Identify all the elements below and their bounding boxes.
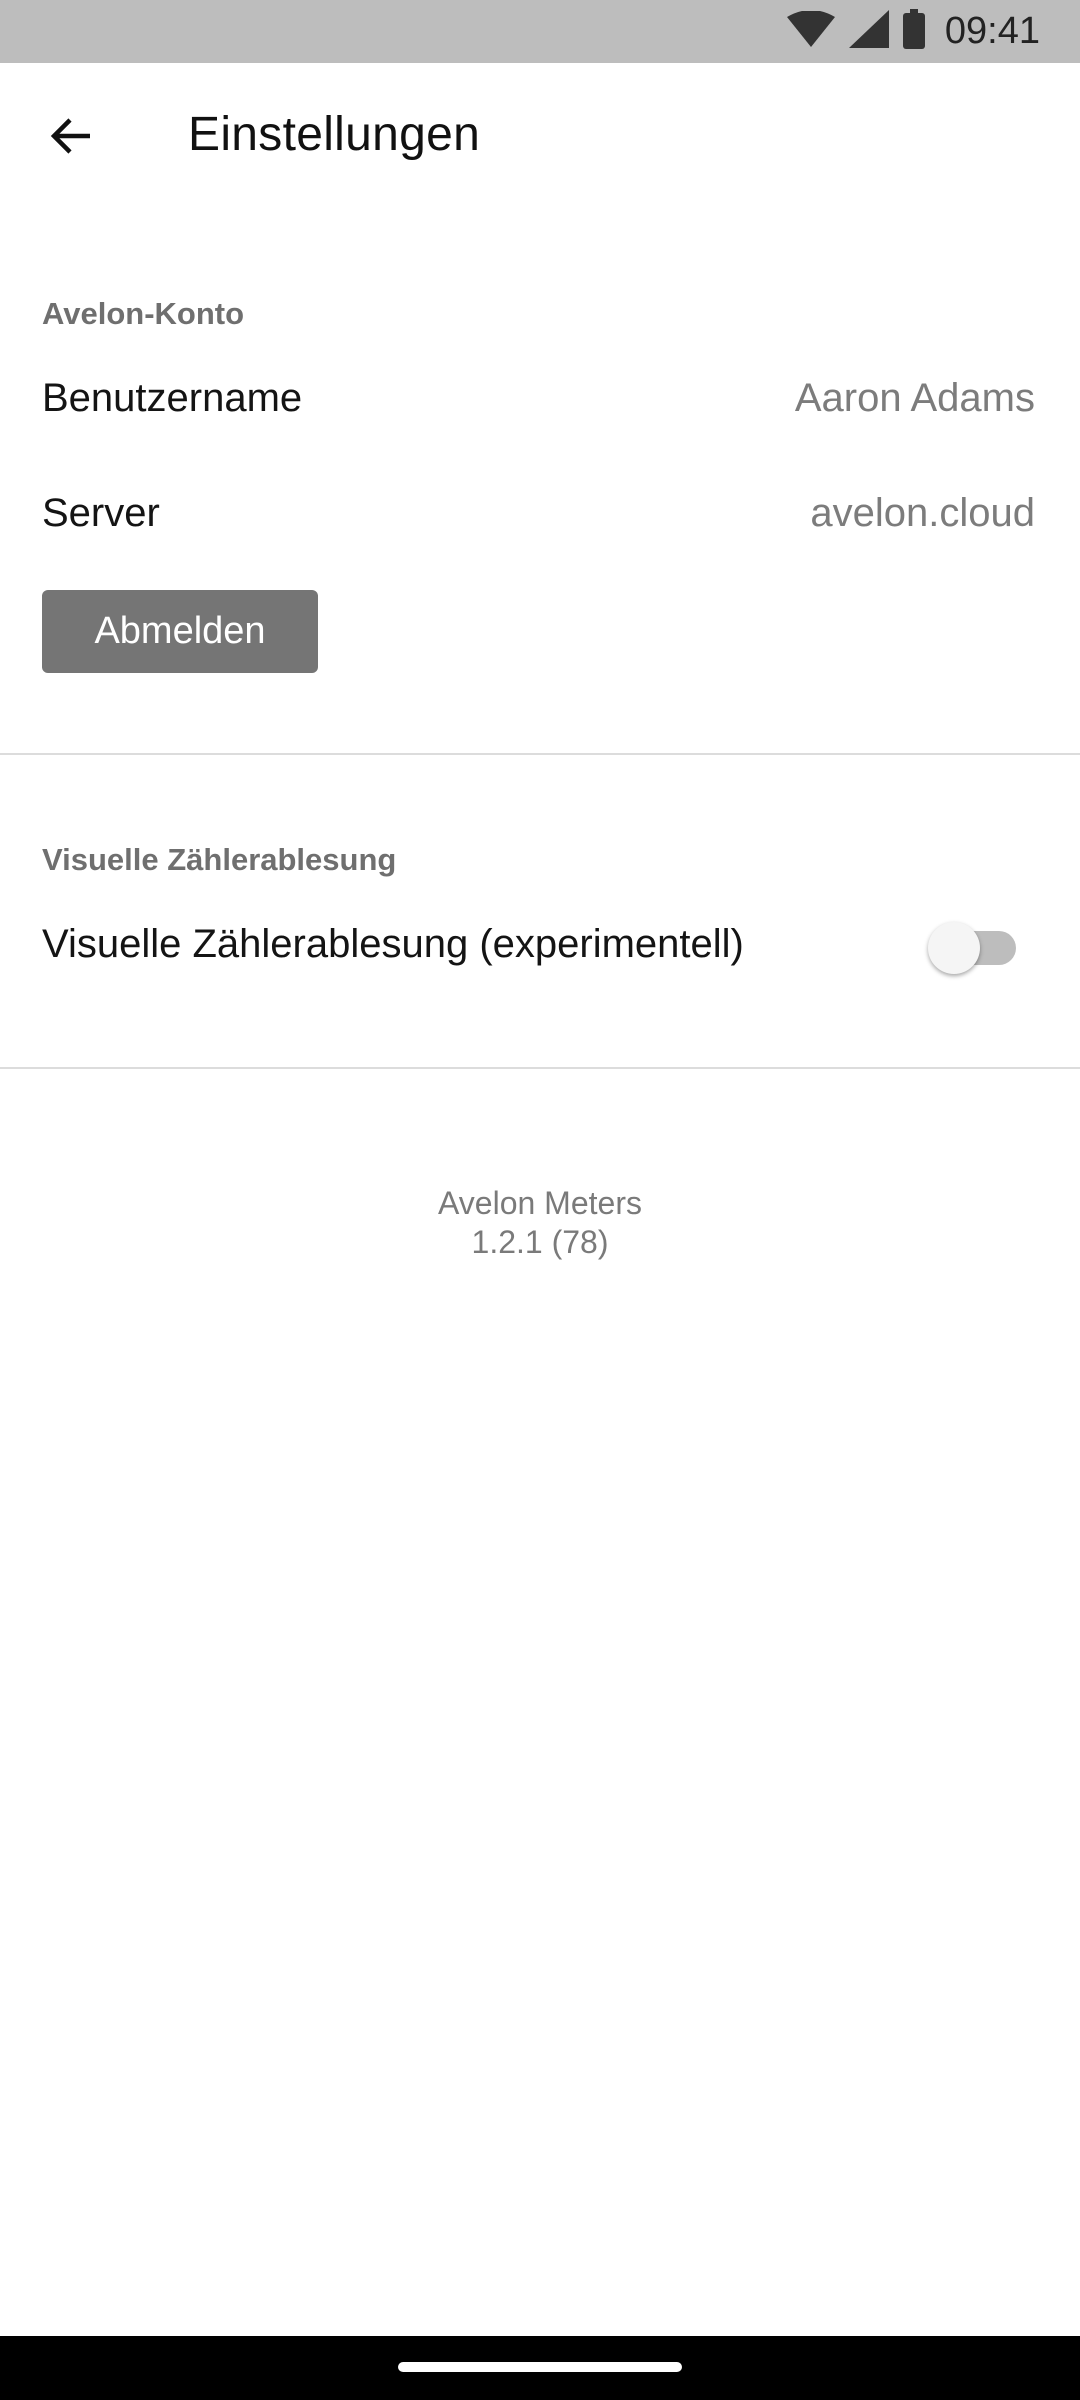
arrow-back-icon [48, 112, 96, 165]
server-value: avelon.cloud [810, 491, 1035, 535]
status-icons: 09:41 [786, 0, 1040, 63]
toggle-thumb [928, 922, 980, 974]
app-bar: Einstellungen [0, 63, 1080, 211]
divider [0, 1067, 1080, 1069]
visual-reading-toggle-label: Visuelle Zählerablesung (experimentell) [42, 922, 744, 966]
logout-button[interactable]: Abmelden [42, 590, 318, 673]
username-value: Aaron Adams [794, 376, 1035, 420]
back-button[interactable] [34, 100, 110, 176]
wifi-icon [786, 10, 835, 52]
app-name: Avelon Meters [438, 1185, 642, 1221]
signal-icon [848, 10, 889, 53]
logout-button-label: Abmelden [94, 610, 266, 652]
battery-icon [902, 9, 925, 54]
system-nav-bar [0, 2336, 1080, 2400]
app-version: 1.2.1 (78) [471, 1224, 609, 1260]
username-label: Benutzername [42, 376, 303, 420]
section-header-visual-reading: Visuelle Zählerablesung [42, 842, 397, 877]
divider [0, 753, 1080, 755]
app-version-info: Avelon Meters 1.2.1 (78) [0, 1184, 1080, 1262]
server-label: Server [42, 491, 160, 535]
status-time: 09:41 [944, 10, 1040, 52]
home-handle[interactable] [398, 2362, 682, 2372]
section-header-account: Avelon-Konto [42, 296, 245, 331]
status-bar: 09:41 [0, 0, 1080, 63]
page-title: Einstellungen [188, 108, 481, 161]
visual-reading-toggle[interactable] [928, 920, 1028, 976]
